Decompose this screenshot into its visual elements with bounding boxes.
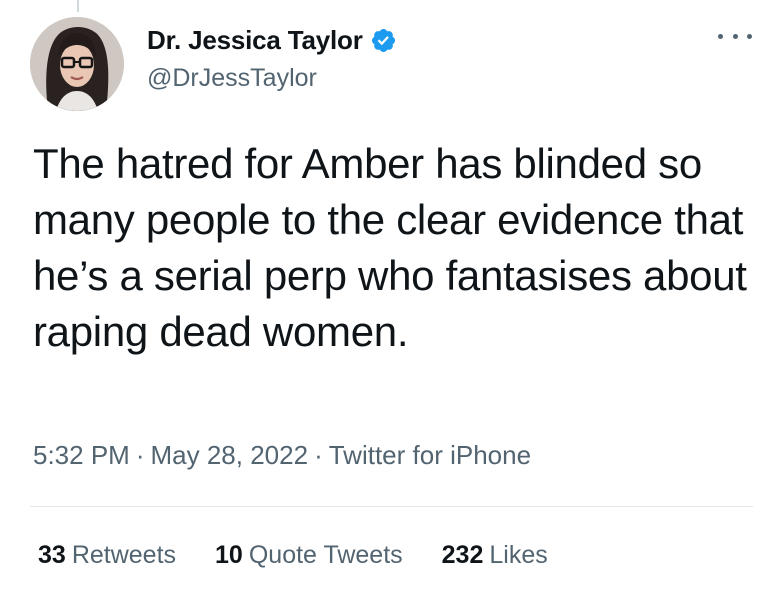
- meta-separator: ·: [135, 440, 145, 470]
- avatar-photo: [30, 17, 124, 111]
- quote-tweets-label: Quote Tweets: [248, 541, 403, 569]
- tweet-date[interactable]: May 28, 2022: [151, 440, 309, 470]
- stats-divider: [30, 506, 753, 507]
- more-horizontal-icon-dot: [732, 33, 738, 39]
- tweet-stats: 33 Retweets 10 Quote Tweets 232 Likes: [38, 541, 548, 570]
- verified-badge-icon: [370, 27, 397, 54]
- avatar[interactable]: [30, 17, 124, 111]
- tweet-time[interactable]: 5:32 PM: [33, 440, 130, 470]
- retweets-count: 33: [38, 541, 66, 569]
- meta-separator: ·: [314, 440, 323, 470]
- likes-stat[interactable]: 232 Likes: [442, 541, 548, 570]
- tweet-meta: 5:32 PM · May 28, 2022 · Twitter for iPhone: [33, 440, 531, 471]
- author-name-row: Dr. Jessica Taylor: [147, 25, 397, 55]
- tweet-card: Dr. Jessica Taylor @DrJessTaylor The hat…: [0, 0, 783, 600]
- likes-label: Likes: [489, 541, 548, 569]
- quote-tweets-stat[interactable]: 10 Quote Tweets: [215, 541, 403, 570]
- likes-count: 232: [441, 541, 484, 569]
- more-horizontal-icon-dot: [747, 33, 752, 39]
- quote-tweets-count: 10: [215, 541, 243, 569]
- author-display-name[interactable]: Dr. Jessica Taylor: [147, 25, 363, 56]
- tweet-source[interactable]: Twitter for iPhone: [329, 440, 531, 470]
- more-horizontal-icon: [718, 33, 723, 39]
- retweets-stat[interactable]: 33 Retweets: [38, 541, 176, 570]
- author-handle[interactable]: @DrJessTaylor: [147, 64, 317, 93]
- tweet-text: The hatred for Amber has blinded so many…: [33, 140, 747, 355]
- more-options-button[interactable]: [718, 26, 752, 46]
- retweets-label: Retweets: [71, 541, 177, 569]
